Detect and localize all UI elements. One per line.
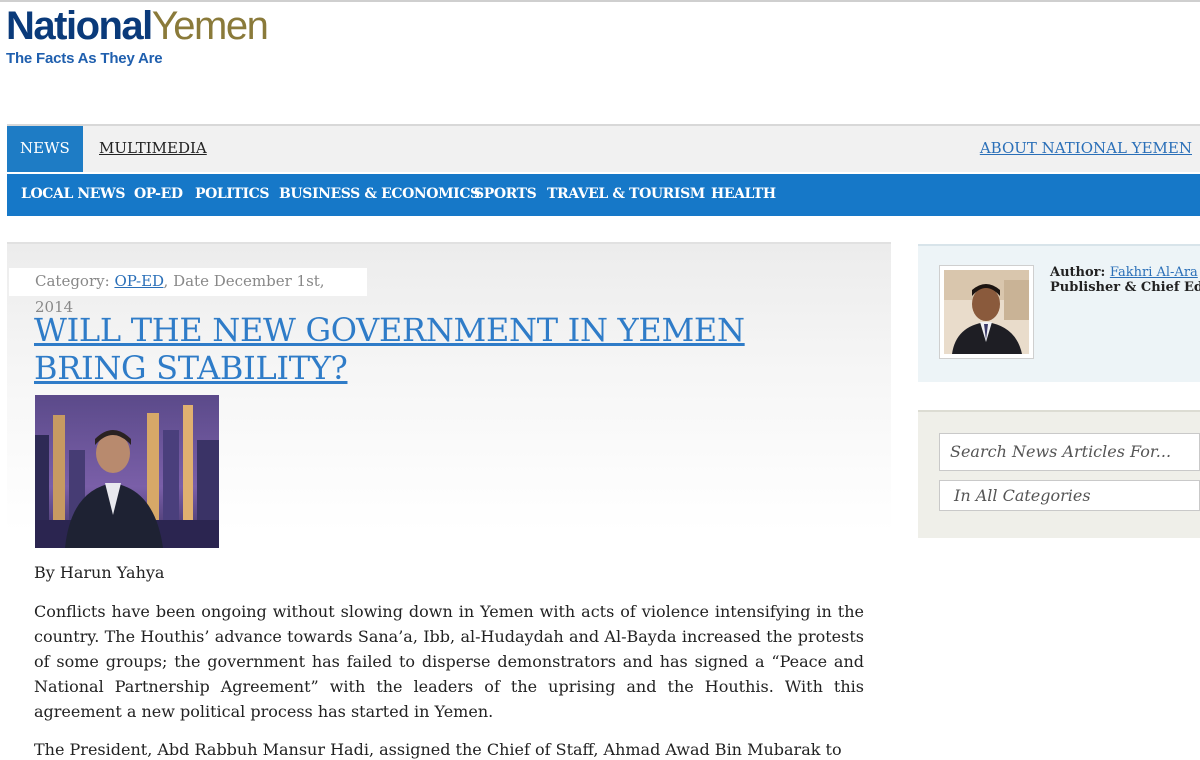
search-input[interactable]: Search News Articles For... (939, 433, 1200, 471)
article-paragraph: The President, Abd Rabbuh Mansur Hadi, a… (34, 740, 842, 759)
category-link[interactable]: OP-ED (114, 272, 163, 290)
nav-item-travel-tourism[interactable]: TRAVEL & TOURISM (547, 174, 705, 214)
category-prefix: Category: (35, 272, 115, 290)
top-border (0, 0, 1200, 2)
author-info: Author: Fakhri Al-Ara Publisher & Chief … (1050, 265, 1200, 295)
logo-tagline: The Facts As They Are (6, 50, 163, 67)
secondary-nav: LOCAL NEWS OP-ED POLITICS BUSINESS & ECO… (7, 174, 1200, 216)
site-logo[interactable]: NationalYemen The Facts As They Are (6, 4, 269, 67)
author-name-link[interactable]: Fakhri Al-Ara (1110, 265, 1198, 280)
tab-multimedia[interactable]: MULTIMEDIA (86, 126, 220, 172)
author-avatar[interactable] (939, 265, 1034, 359)
about-link[interactable]: ABOUT NATIONAL YEMEN (980, 126, 1192, 172)
nav-item-politics[interactable]: POLITICS (195, 174, 270, 214)
logo-wordmark: NationalYemen (6, 4, 269, 48)
search-widget (918, 410, 1200, 538)
primary-nav: NEWS MULTIMEDIA ABOUT NATIONAL YEMEN (7, 124, 1200, 172)
article-meta: Category: OP-ED, Date December 1st, 2014 (9, 268, 367, 316)
nav-item-op-ed[interactable]: OP-ED (134, 174, 183, 214)
article-paragraph: Conflicts have been ongoing without slow… (34, 602, 864, 721)
author-label: Author: (1050, 265, 1110, 280)
logo-part-national: National (6, 4, 153, 48)
logo-part-yemen: Yemen (151, 4, 269, 48)
category-select[interactable]: In All Categories (939, 480, 1200, 511)
article-byline: By Harun Yahya (34, 563, 165, 582)
nav-item-business-economics[interactable]: BUSINESS & ECONOMICS (279, 174, 480, 214)
nav-item-sports[interactable]: SPORTS (474, 174, 537, 214)
nav-item-health[interactable]: HEALTH (711, 174, 776, 214)
nav-item-local-news[interactable]: LOCAL NEWS (21, 174, 125, 214)
author-line: Author: Fakhri Al-Ara (1050, 265, 1200, 280)
article-image (35, 395, 219, 548)
article-title[interactable]: WILL THE NEW GOVERNMENT IN YEMEN BRING S… (34, 311, 864, 387)
tab-news[interactable]: NEWS (7, 126, 83, 172)
author-role: Publisher & Chief Edit (1050, 280, 1200, 295)
